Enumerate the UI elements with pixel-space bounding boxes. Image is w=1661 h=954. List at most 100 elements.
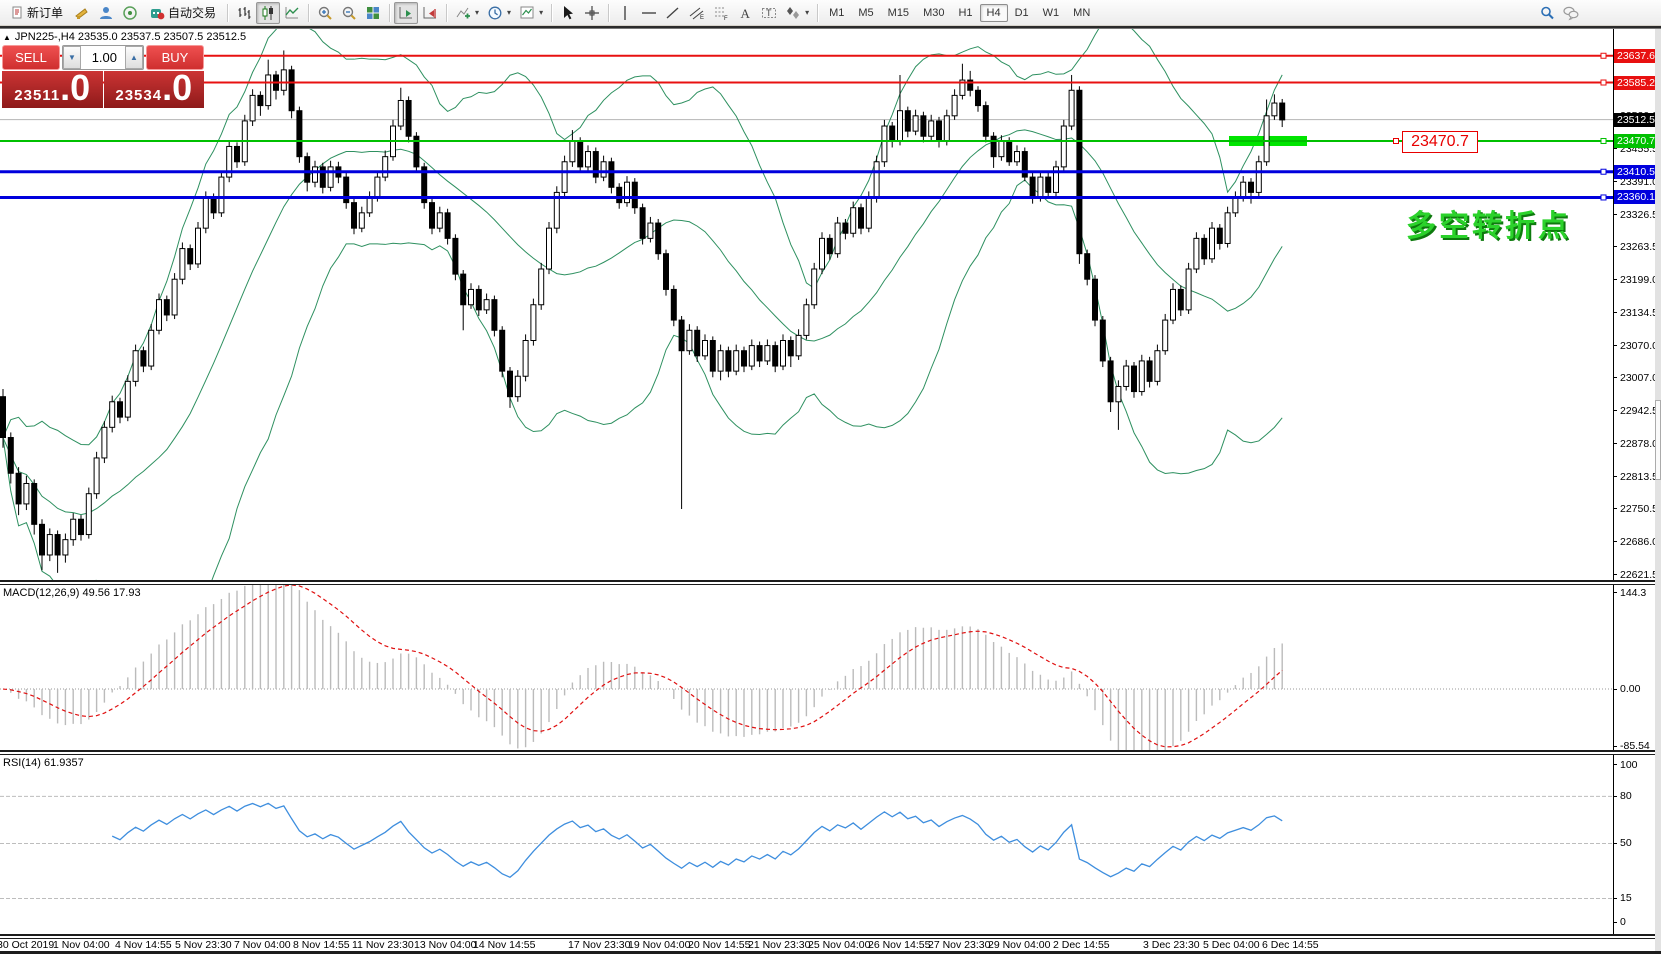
signals-button[interactable]	[118, 2, 142, 24]
text-button[interactable]: A	[733, 2, 757, 24]
indicators-caret: ▾	[475, 8, 479, 17]
line-handle[interactable]	[1601, 195, 1606, 200]
volume-value[interactable]: 1.00	[81, 46, 125, 69]
price-axis-tick-mark	[1613, 377, 1617, 378]
candle-body-up	[1124, 366, 1129, 386]
trendline-button[interactable]	[661, 2, 685, 24]
line-handle[interactable]	[1601, 53, 1606, 58]
date-axis-label: 19 Nov 04:00	[628, 939, 690, 951]
candle-body-down	[617, 187, 622, 202]
candle-body-down	[1007, 141, 1012, 161]
bar-chart-button[interactable]	[232, 2, 256, 24]
callout-anchor-square[interactable]	[1393, 138, 1399, 144]
community-button[interactable]	[94, 2, 118, 24]
date-axis-label: 5 Nov 23:30	[175, 939, 232, 951]
candlestick-chart-button[interactable]	[256, 2, 280, 24]
candle-body-down	[461, 274, 466, 305]
one-click-trading-panel: SELL ▼ 1.00 ▲ BUY 23511.0 23534.0	[2, 45, 204, 108]
candle-body-down	[188, 249, 193, 264]
periods-button[interactable]: ▾	[483, 2, 515, 24]
tf-m15[interactable]: M15	[881, 4, 916, 22]
search-button[interactable]	[1535, 2, 1559, 24]
main-chart-pane	[0, 29, 1613, 580]
tf-m1[interactable]: M1	[822, 4, 851, 22]
pane-splitter-macd[interactable]	[0, 580, 1655, 585]
price-axis-tick: 22750.5	[1620, 503, 1658, 515]
price-axis-tick-mark	[1613, 246, 1617, 247]
buy-button[interactable]: BUY	[146, 45, 204, 70]
zoom-out-button[interactable]	[337, 2, 361, 24]
price-callout-label[interactable]: 23470.7	[1402, 131, 1478, 153]
candle-body-up	[944, 116, 949, 142]
tf-h4[interactable]: H4	[980, 4, 1008, 22]
cursor-icon	[560, 5, 576, 21]
horizontal-line-button[interactable]	[637, 2, 661, 24]
line-chart-button[interactable]	[280, 2, 304, 24]
svg-text:A: A	[741, 6, 751, 21]
tf-m5[interactable]: M5	[851, 4, 880, 22]
candle-body-down	[1202, 238, 1207, 258]
line-handle[interactable]	[1601, 169, 1606, 174]
vertical-line-button[interactable]	[613, 2, 637, 24]
trendline-icon	[665, 5, 681, 21]
candle-body-down	[55, 535, 60, 555]
vertical-scrollbar[interactable]	[1655, 29, 1661, 951]
fibonacci-button[interactable]: F	[709, 2, 733, 24]
line-handle[interactable]	[1601, 80, 1606, 85]
candle-body-down	[1, 397, 6, 438]
pane-splitter-rsi[interactable]	[0, 750, 1655, 755]
templates-button[interactable]: ▾	[515, 2, 547, 24]
macd-signal-line	[3, 585, 1282, 747]
collapse-panel-icon[interactable]: ▲	[3, 33, 11, 42]
text-label-button[interactable]: T	[757, 2, 781, 24]
arrows-button[interactable]: ▾	[781, 2, 813, 24]
scrollbar-thumb[interactable]	[1655, 400, 1661, 480]
equidistant-channel-button[interactable]: E	[685, 2, 709, 24]
macd-label: MACD(12,26,9) 49.56 17.93	[3, 587, 141, 599]
chat-button[interactable]	[1559, 2, 1583, 24]
separator	[446, 4, 447, 22]
candle-body-up	[539, 269, 544, 305]
text-icon: A	[737, 5, 753, 21]
date-axis-border	[0, 934, 1655, 939]
candle-body-down	[508, 371, 513, 397]
new-order-icon	[11, 6, 24, 19]
candle-body-up	[86, 494, 91, 535]
volume-increase-button[interactable]: ▲	[125, 46, 143, 69]
date-axis-label: 14 Nov 14:55	[473, 939, 535, 951]
new-order-button[interactable]: 新订单	[4, 2, 70, 24]
megaphone-button[interactable]	[70, 2, 94, 24]
tf-w1[interactable]: W1	[1036, 4, 1067, 22]
volume-decrease-button[interactable]: ▼	[63, 46, 81, 69]
zoom-in-button[interactable]	[313, 2, 337, 24]
sell-button[interactable]: SELL	[2, 45, 60, 70]
candlestick-chart-icon	[260, 5, 276, 21]
chart-annotation-text[interactable]: 多空转折点	[1406, 201, 1571, 245]
indicators-button[interactable]: ▾	[451, 2, 483, 24]
candle-body-up	[835, 223, 840, 254]
tf-m30[interactable]: M30	[916, 4, 951, 22]
price-axis-tick-mark	[1613, 181, 1617, 182]
candle-body-down	[976, 90, 981, 105]
macd-axis-tick: 0.00	[1620, 683, 1640, 695]
periods-caret: ▾	[507, 8, 511, 17]
candle-body-up	[281, 70, 286, 90]
chart-shift-button[interactable]	[418, 2, 442, 24]
cursor-button[interactable]	[556, 2, 580, 24]
chart-shift-icon	[422, 5, 438, 21]
candle-body-up	[929, 121, 934, 136]
candle-body-up	[1061, 126, 1066, 167]
candle-body-up	[110, 402, 115, 428]
auto-scroll-button[interactable]	[394, 2, 418, 24]
tf-mn[interactable]: MN	[1066, 4, 1097, 22]
tf-h1[interactable]: H1	[951, 4, 979, 22]
sell-price[interactable]: 23511.0	[2, 71, 103, 108]
auto-trading-button[interactable]: 自动交易	[142, 2, 223, 24]
date-axis-label: 29 Nov 04:00	[988, 939, 1050, 951]
tf-d1[interactable]: D1	[1008, 4, 1036, 22]
candle-body-down	[609, 162, 614, 188]
crosshair-button[interactable]	[580, 2, 604, 24]
buy-price[interactable]: 23534.0	[104, 71, 205, 108]
tile-windows-button[interactable]	[361, 2, 385, 24]
line-handle[interactable]	[1601, 138, 1606, 143]
